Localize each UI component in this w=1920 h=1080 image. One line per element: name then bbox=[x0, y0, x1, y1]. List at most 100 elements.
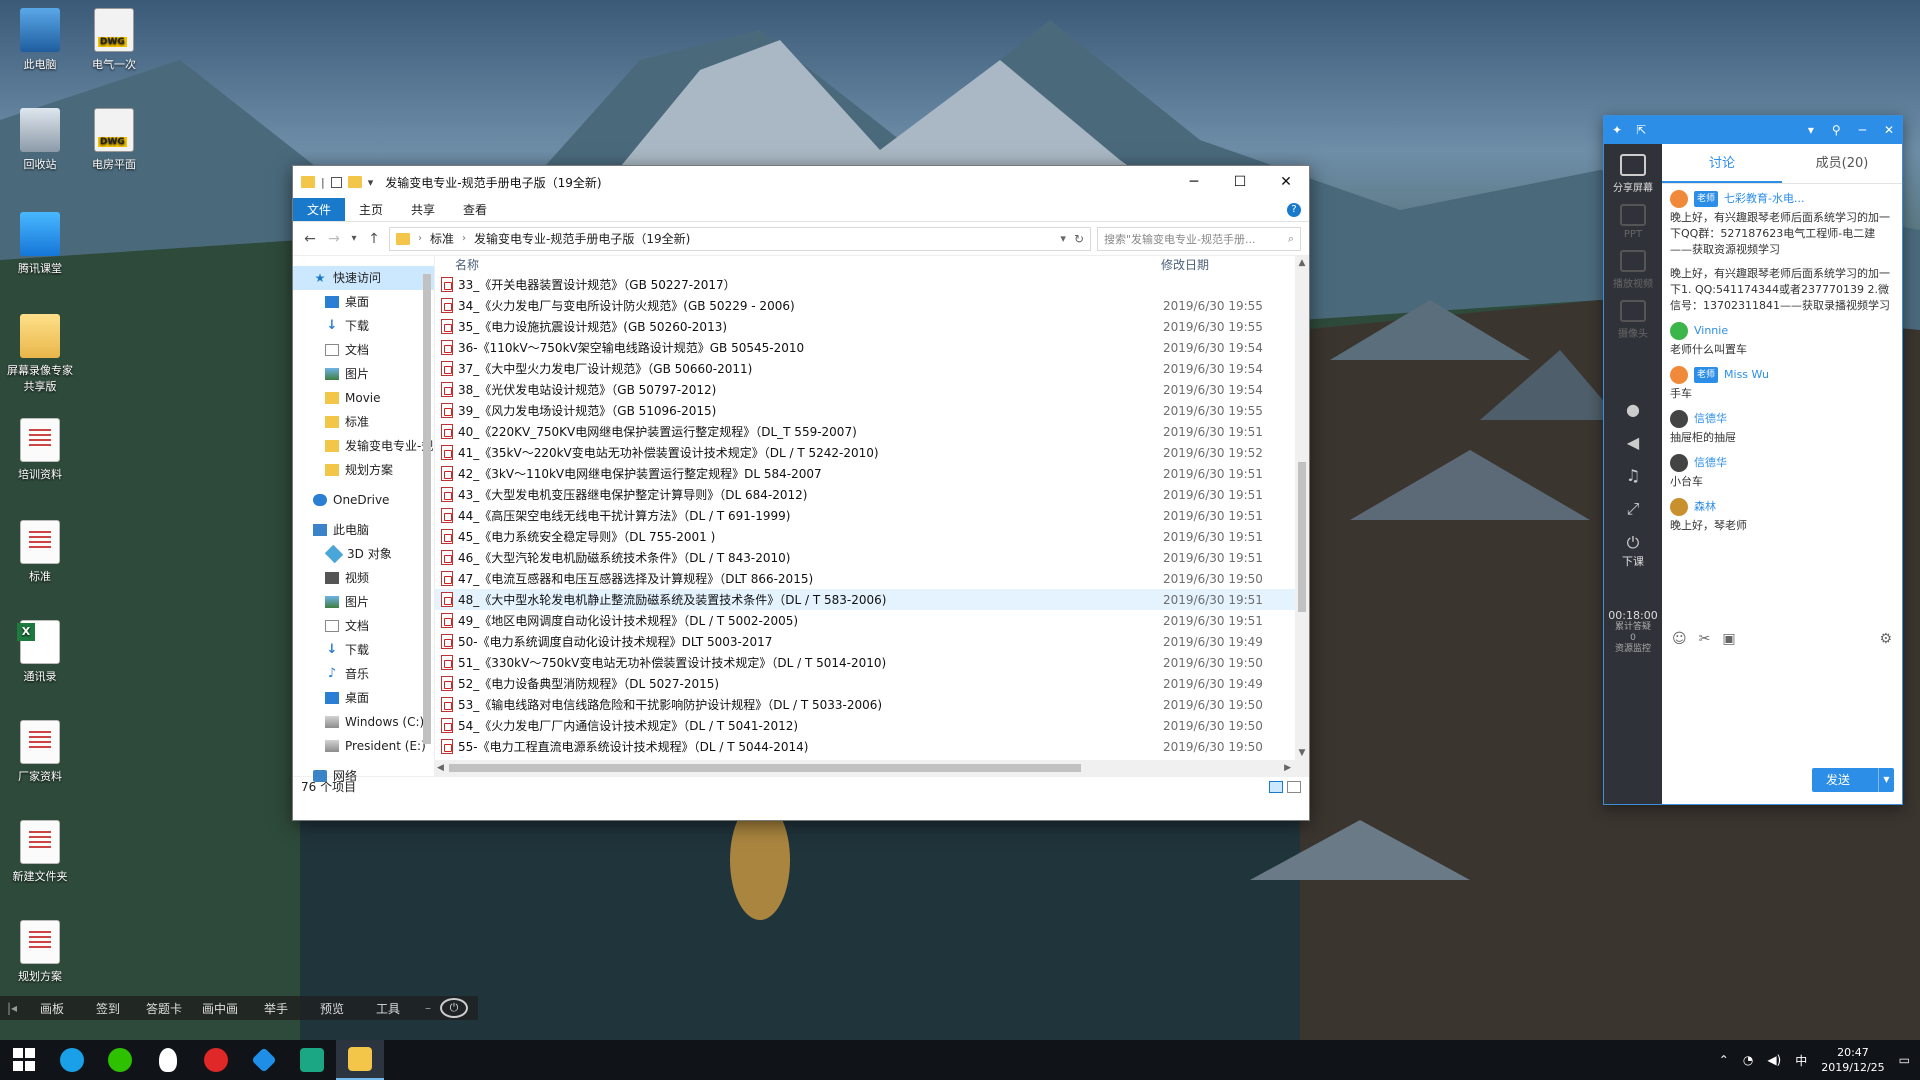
speaker-icon[interactable]: ◀ bbox=[1604, 433, 1662, 452]
ime-indicator[interactable]: 中 bbox=[1795, 1052, 1807, 1069]
resource-monitor[interactable]: 资源监控 bbox=[1604, 644, 1662, 655]
file-row[interactable]: 46_《大型汽轮发电机励磁系统技术条件》（DL / T 843-2010) 201… bbox=[435, 547, 1309, 568]
desktop-icon-planning[interactable]: 规划方案 bbox=[0, 920, 80, 984]
chevron-down-icon[interactable]: ▼ bbox=[1878, 768, 1894, 792]
taskbar-wechat[interactable] bbox=[96, 1040, 144, 1080]
file-row[interactable]: 43_《大型发电机变压器继电保护整定计算导则》（DL 684-2012) 2019… bbox=[435, 484, 1309, 505]
more-icon[interactable]: – bbox=[416, 1001, 440, 1015]
message-author[interactable]: Miss Wu bbox=[1724, 367, 1769, 383]
ppt-button[interactable]: PPT bbox=[1604, 204, 1662, 240]
scrollbar-thumb[interactable] bbox=[1298, 462, 1306, 612]
chat-input[interactable] bbox=[1662, 654, 1902, 764]
tab-share[interactable]: 共享 bbox=[397, 198, 449, 221]
file-row[interactable]: 49_《地区电网调度自动化设计技术规程》（DL / T 5002-2005) 20… bbox=[435, 610, 1309, 631]
picture-in-picture-button[interactable]: 画中画 bbox=[192, 1000, 248, 1017]
file-row[interactable]: 34_《火力发电厂与变电所设计防火规范》(GB 50229 - 2006) 201… bbox=[435, 295, 1309, 316]
scroll-up-icon[interactable]: ▲ bbox=[1295, 258, 1309, 268]
nav-quick-access[interactable]: ★ 快速访问 bbox=[293, 266, 434, 290]
file-row[interactable]: 37_《大中型火力发电厂设计规范》（GB 50660-2011) 2019/6/3… bbox=[435, 358, 1309, 379]
desktop-icon-vendor[interactable]: 厂家资料 bbox=[0, 720, 80, 784]
nav-standards[interactable]: 标准 bbox=[293, 410, 434, 434]
help-icon[interactable]: ? bbox=[1287, 202, 1301, 217]
taskbar-music[interactable] bbox=[192, 1040, 240, 1080]
nav-documents[interactable]: 文档 ✦ bbox=[293, 338, 434, 362]
file-row[interactable]: 36-《110kV～750kV架空输电线路设计规范》GB 50545-2010 2… bbox=[435, 337, 1309, 358]
nav-pictures[interactable]: 图片 ✦ bbox=[293, 362, 434, 386]
taskbar-browser[interactable] bbox=[48, 1040, 96, 1080]
properties-icon[interactable] bbox=[330, 176, 342, 188]
taskbar-text-editor[interactable] bbox=[288, 1040, 336, 1080]
nav-videos[interactable]: 视频 bbox=[293, 566, 434, 590]
desktop-icon-dwg-1[interactable]: 电气一次 bbox=[74, 8, 154, 72]
raise-hand-button[interactable]: 举手 bbox=[248, 1000, 304, 1017]
minimize-button[interactable]: ─ bbox=[1171, 166, 1217, 198]
file-row[interactable]: 44_《高压架空电线无线电干扰计算方法》（DL / T 691-1999) 201… bbox=[435, 505, 1309, 526]
recent-locations-icon[interactable]: ▾ bbox=[349, 233, 359, 244]
new-folder-icon[interactable] bbox=[347, 176, 362, 188]
dropdown-icon[interactable]: ▾ bbox=[1808, 123, 1814, 137]
image-icon[interactable]: ▣ bbox=[1722, 631, 1735, 647]
nav-scrollbar[interactable] bbox=[422, 260, 432, 770]
message-author[interactable]: 森林 bbox=[1694, 499, 1716, 515]
power-icon[interactable]: ⏻ bbox=[440, 998, 468, 1018]
pin-icon[interactable]: ⚲ bbox=[1832, 123, 1841, 137]
send-button[interactable]: 发送 ▼ bbox=[1812, 768, 1894, 792]
maximize-button[interactable]: ☐ bbox=[1217, 166, 1263, 198]
end-class-icon[interactable]: ⏻ bbox=[1604, 533, 1662, 553]
tab-file[interactable]: 文件 bbox=[293, 198, 346, 221]
taskbar-tencent-classroom[interactable] bbox=[240, 1040, 288, 1080]
desktop-icon-recycle-bin[interactable]: 回收站 bbox=[0, 108, 80, 172]
address-bar[interactable]: › 标准 › 发输变电专业-规范手册电子版（19全新) ▾ ↻ bbox=[389, 226, 1091, 251]
nav-current-folder[interactable]: 发输变电专业-规 bbox=[293, 434, 434, 458]
end-class-label[interactable]: 下课 bbox=[1604, 553, 1662, 569]
avatar[interactable] bbox=[1670, 410, 1688, 428]
file-row[interactable]: 55-《电力工程直流电源系统设计技术规程》（DL / T 5044-2014) 2… bbox=[435, 736, 1309, 757]
file-row[interactable]: 40_《220KV_750KV电网继电保护装置运行整定规程》（DL_T 559-… bbox=[435, 421, 1309, 442]
music-icon[interactable]: ♫ bbox=[1604, 466, 1662, 485]
collapse-handle-icon[interactable]: |◂ bbox=[0, 1001, 24, 1015]
answer-card-button[interactable]: 答题卡 bbox=[136, 1000, 192, 1017]
column-header-date[interactable]: 修改日期 bbox=[1157, 256, 1209, 274]
sign-in-button[interactable]: 签到 bbox=[80, 1000, 136, 1017]
nav-pc-documents[interactable]: 文档 bbox=[293, 614, 434, 638]
tab-home[interactable]: 主页 bbox=[345, 198, 397, 221]
avatar[interactable] bbox=[1670, 366, 1688, 384]
file-row[interactable]: 54_《火力发电厂厂内通信设计技术规定》（DL / T 5041-2012) 20… bbox=[435, 715, 1309, 736]
vertical-scrollbar[interactable]: ▲ ▼ bbox=[1295, 256, 1309, 776]
nav-planning[interactable]: 规划方案 bbox=[293, 458, 434, 482]
desktop-icon-screen-recorder[interactable]: 屏幕录像专家 共享版 bbox=[0, 314, 80, 394]
breadcrumb-current[interactable]: 发输变电专业-规范手册电子版（19全新) bbox=[474, 230, 690, 247]
breadcrumb-standards[interactable]: 标准 bbox=[430, 230, 454, 247]
back-arrow-icon[interactable]: ← bbox=[301, 231, 319, 247]
nav-drive-c[interactable]: Windows (C:) bbox=[293, 710, 434, 734]
nav-pc-pictures[interactable]: 图片 bbox=[293, 590, 434, 614]
forward-arrow-icon[interactable]: → bbox=[325, 231, 343, 247]
taskbar-file-explorer[interactable] bbox=[336, 1040, 384, 1080]
address-dropdown-icon[interactable]: ▾ bbox=[1060, 232, 1066, 245]
file-row[interactable]: 45_《电力系统安全稳定导则》（DL 755-2001 ) 2019/6/30 1… bbox=[435, 526, 1309, 547]
file-row[interactable]: 35_《电力设施抗震设计规范》(GB 50260-2013) 2019/6/30 … bbox=[435, 316, 1309, 337]
horizontal-scrollbar[interactable]: ◀ ▶ bbox=[435, 760, 1309, 776]
tab-members[interactable]: 成员(20) bbox=[1782, 144, 1902, 183]
desktop-icon-contacts[interactable]: 通讯录 bbox=[0, 620, 80, 684]
avatar[interactable] bbox=[1670, 454, 1688, 472]
scroll-right-icon[interactable]: ▶ bbox=[1284, 760, 1291, 776]
desktop-icon-tencent-classroom[interactable]: 腾讯课堂 bbox=[0, 212, 80, 276]
scroll-left-icon[interactable]: ◀ bbox=[437, 760, 444, 776]
microphone-icon[interactable]: ● bbox=[1604, 400, 1662, 419]
camera-button[interactable]: 摄像头 bbox=[1604, 300, 1662, 340]
file-row[interactable]: 52_《电力设备典型消防规程》（DL 5027-2015) 2019/6/30 1… bbox=[435, 673, 1309, 694]
popout-icon[interactable]: ⇱ bbox=[1636, 123, 1646, 137]
file-row[interactable]: 48_《大中型水轮发电机静止整流励磁系统及装置技术条件》（DL / T 583-… bbox=[435, 589, 1309, 610]
network-icon[interactable]: ◔ bbox=[1743, 1053, 1753, 1067]
volume-icon[interactable]: ◀) bbox=[1767, 1053, 1781, 1067]
scissors-icon[interactable]: ✂ bbox=[1699, 631, 1711, 647]
desktop-icon-standards[interactable]: 标准 bbox=[0, 520, 80, 584]
tools-button[interactable]: 工具 bbox=[360, 1000, 416, 1017]
close-button[interactable]: ✕ bbox=[1884, 123, 1894, 137]
nav-network[interactable]: 网络 bbox=[293, 764, 434, 788]
desktop-icon-new-folder[interactable]: 新建文件夹 bbox=[0, 820, 80, 884]
message-author[interactable]: 七彩教育-水电... bbox=[1724, 191, 1804, 207]
avatar[interactable] bbox=[1670, 322, 1688, 340]
fullscreen-icon[interactable]: ⤢ bbox=[1604, 499, 1662, 519]
